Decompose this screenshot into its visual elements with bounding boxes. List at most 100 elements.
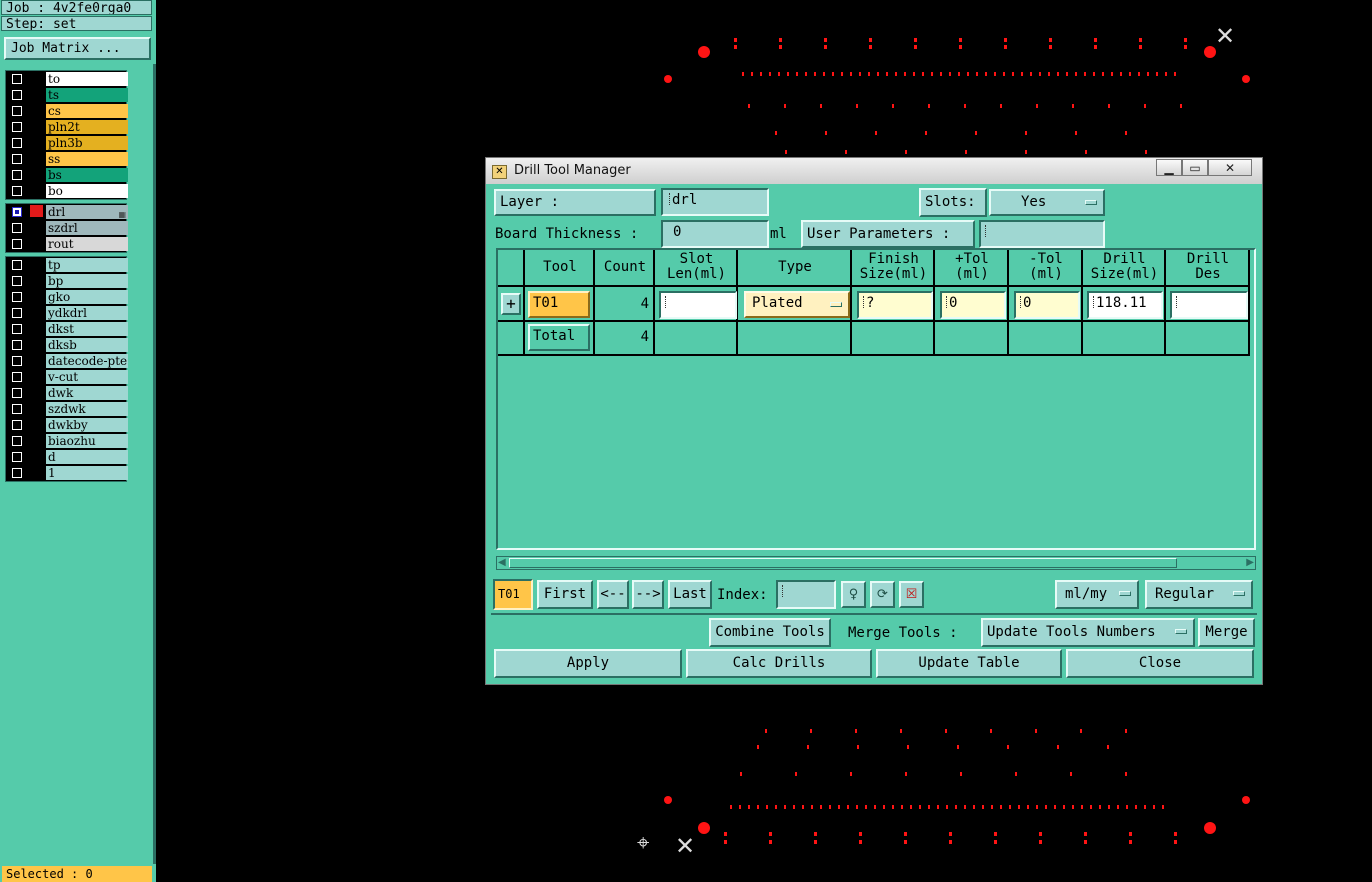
layer-checkbox[interactable]: [12, 292, 22, 302]
column-header[interactable]: Tool: [525, 250, 595, 287]
delete-icon[interactable]: ☒: [899, 581, 924, 608]
layer-name[interactable]: bo: [46, 184, 128, 198]
layer-name[interactable]: v-cut: [46, 370, 128, 384]
expand-row-icon[interactable]: +: [501, 293, 521, 315]
combine-tools-button[interactable]: Combine Tools: [709, 618, 831, 647]
tool-cell[interactable]: T01: [528, 291, 590, 318]
column-header[interactable]: -Tol (ml): [1009, 250, 1083, 287]
layer-checkbox[interactable]: [12, 452, 22, 462]
layer-name[interactable]: pln2t: [46, 120, 128, 134]
board-thickness-field[interactable]: 0: [661, 220, 769, 248]
layer-checkbox[interactable]: [12, 138, 22, 148]
layer-checkbox[interactable]: [12, 239, 22, 249]
layer-row[interactable]: szdrl: [6, 220, 128, 236]
layer-row[interactable]: dwkby: [6, 417, 128, 433]
merge-button[interactable]: Merge: [1198, 618, 1255, 647]
merge-option-menu[interactable]: Update Tools Numbers: [981, 618, 1195, 647]
layer-name[interactable]: szdwk: [46, 402, 128, 416]
layer-checkbox[interactable]: [12, 468, 22, 478]
layer-checkbox[interactable]: [12, 436, 22, 446]
layer-name[interactable]: bp: [46, 274, 128, 288]
job-matrix-button[interactable]: Job Matrix ...: [4, 37, 151, 60]
minimize-icon[interactable]: ▁: [1156, 159, 1182, 176]
finish-size-field[interactable]: ?: [857, 291, 933, 319]
layer-checkbox[interactable]: [12, 260, 22, 270]
layer-row[interactable]: bs: [6, 167, 128, 183]
layer-field[interactable]: drl: [661, 188, 769, 216]
first-button[interactable]: First: [537, 580, 593, 609]
layer-name[interactable]: rout: [46, 237, 128, 251]
layer-row[interactable]: dwk: [6, 385, 128, 401]
column-header[interactable]: +Tol (ml): [935, 250, 1009, 287]
minus-tol-field[interactable]: 0: [1014, 291, 1080, 319]
layer-row[interactable]: bp: [6, 273, 128, 289]
layer-checkbox[interactable]: [12, 324, 22, 334]
layer-name[interactable]: ts: [46, 88, 128, 102]
layer-checkbox[interactable]: [12, 340, 22, 350]
refresh-icon[interactable]: ⟳: [870, 581, 895, 608]
layer-name[interactable]: bs: [46, 168, 128, 182]
layer-checkbox[interactable]: [12, 154, 22, 164]
column-header[interactable]: Drill Size(ml): [1083, 250, 1166, 287]
type-option-menu[interactable]: Plated: [744, 291, 850, 318]
layer-name[interactable]: gko: [46, 290, 128, 304]
layer-name[interactable]: datecode-pte: [46, 354, 128, 368]
layer-name[interactable]: cs: [46, 104, 128, 118]
layer-checkbox[interactable]: [12, 388, 22, 398]
layer-row[interactable]: to: [6, 71, 128, 87]
layer-row[interactable]: 1: [6, 465, 128, 481]
layer-row[interactable]: pln3b: [6, 135, 128, 151]
layer-name[interactable]: d: [46, 450, 128, 464]
layer-row[interactable]: drl ▦: [6, 204, 128, 220]
layer-name[interactable]: ss: [46, 152, 128, 166]
layer-name[interactable]: 1: [46, 466, 128, 480]
column-header[interactable]: Count: [595, 250, 655, 287]
slots-option-menu[interactable]: Yes: [989, 189, 1105, 216]
layer-row[interactable]: bo: [6, 183, 128, 199]
layer-row[interactable]: szdwk: [6, 401, 128, 417]
layer-name[interactable]: ydkdrl: [46, 306, 128, 320]
apply-button[interactable]: Apply: [494, 649, 682, 678]
layer-row[interactable]: cs: [6, 103, 128, 119]
scroll-left-icon[interactable]: ◀: [498, 557, 506, 569]
update-table-button[interactable]: Update Table: [876, 649, 1062, 678]
column-header[interactable]: Finish Size(ml): [852, 250, 935, 287]
slot-len-field[interactable]: [659, 291, 737, 319]
layer-checkbox[interactable]: [12, 170, 22, 180]
layer-checkbox[interactable]: [12, 404, 22, 414]
table-horizontal-scrollbar[interactable]: ◀ ▶: [496, 556, 1256, 570]
layer-checkbox[interactable]: [12, 106, 22, 116]
maximize-icon[interactable]: ▭: [1182, 159, 1208, 176]
window-close-icon[interactable]: ✕: [1208, 159, 1252, 176]
scrollbar-thumb[interactable]: [509, 558, 1177, 568]
drill-des-field[interactable]: [1170, 291, 1248, 319]
column-header[interactable]: Type: [738, 250, 852, 287]
layer-checkbox[interactable]: [12, 223, 22, 233]
layer-checkbox[interactable]: [12, 308, 22, 318]
layer-row[interactable]: rout: [6, 236, 128, 252]
work-layer-indicator[interactable]: [30, 205, 43, 217]
layer-name[interactable]: dksb: [46, 338, 128, 352]
layer-checkbox[interactable]: [12, 356, 22, 366]
layer-row[interactable]: biaozhu: [6, 433, 128, 449]
units-option-menu[interactable]: ml/my: [1055, 580, 1139, 609]
index-field[interactable]: [776, 580, 836, 609]
drill-size-field[interactable]: 118.11: [1087, 291, 1163, 319]
layer-name[interactable]: drl ▦: [46, 205, 128, 219]
layer-row[interactable]: ydkdrl: [6, 305, 128, 321]
column-header[interactable]: Drill Des: [1166, 250, 1250, 287]
layer-row[interactable]: ss: [6, 151, 128, 167]
column-header[interactable]: Slot Len(ml): [655, 250, 738, 287]
dialog-titlebar[interactable]: ✕ Drill Tool Manager ▁ ▭ ✕: [486, 158, 1262, 184]
layer-name[interactable]: dwk: [46, 386, 128, 400]
layer-checkbox[interactable]: [12, 186, 22, 196]
layer-checkbox[interactable]: [12, 420, 22, 430]
layer-name[interactable]: szdrl: [46, 221, 128, 235]
scroll-right-icon[interactable]: ▶: [1246, 557, 1254, 569]
layer-row[interactable]: tp: [6, 257, 128, 273]
layer-checkbox[interactable]: [12, 74, 22, 84]
layer-row[interactable]: d: [6, 449, 128, 465]
layer-name[interactable]: biaozhu: [46, 434, 128, 448]
layer-row[interactable]: datecode-pte: [6, 353, 128, 369]
layer-checkbox[interactable]: [12, 207, 22, 217]
